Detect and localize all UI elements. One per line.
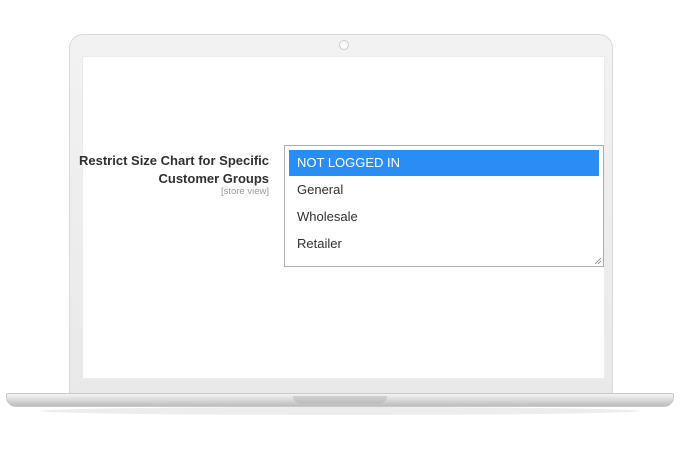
option-not-logged-in[interactable]: NOT LOGGED IN xyxy=(289,150,599,176)
webcam-icon xyxy=(339,40,349,50)
option-wholesale[interactable]: Wholesale xyxy=(289,204,599,230)
customer-groups-field-label: Restrict Size Chart for Specific Custome… xyxy=(69,152,269,188)
customer-groups-multiselect[interactable]: NOT LOGGED IN General Wholesale Retailer xyxy=(284,145,604,267)
laptop-base-notch xyxy=(293,396,387,404)
laptop-shadow xyxy=(40,407,640,415)
store-view-scope-label: [store view] xyxy=(220,186,269,197)
option-retailer[interactable]: Retailer xyxy=(289,231,599,257)
resize-handle-icon[interactable] xyxy=(595,258,601,264)
field-label-line-1: Restrict Size Chart for Specific xyxy=(79,153,269,168)
laptop-mockup: Restrict Size Chart for Specific Custome… xyxy=(0,0,680,450)
option-general[interactable]: General xyxy=(289,177,599,203)
